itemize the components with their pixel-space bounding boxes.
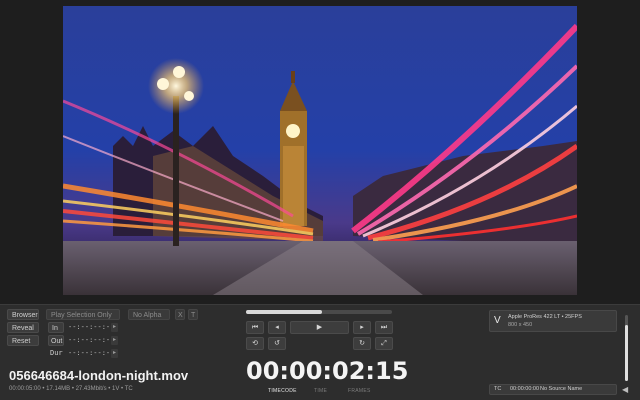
in-arrow-icon[interactable]: ▸ [111, 323, 118, 332]
codec-format: Apple ProRes 422 LT • 25FPS [508, 314, 582, 320]
video-track-label: V [494, 315, 501, 326]
codec-info: V Apple ProRes 422 LT • 25FPS 800 x 450 [489, 310, 617, 332]
step-forward-icon: ▸ [360, 324, 364, 331]
tc-label: TC [494, 386, 502, 392]
volume-level [625, 324, 628, 381]
play-button[interactable]: ▶ [290, 321, 349, 334]
step-forward-button[interactable]: ▸ [353, 321, 371, 334]
play-icon: ▶ [316, 324, 323, 331]
dur-timecode: --:--:--:-- [68, 349, 115, 357]
codec-size: 800 x 450 [508, 322, 533, 328]
source-timecode-bar: TC 00:00:00:00 No Source Name [489, 384, 617, 395]
in-button[interactable]: In [48, 322, 64, 333]
volume-slider[interactable] [625, 315, 628, 381]
loop-button[interactable]: ⟲ [246, 337, 264, 350]
dur-label: Dur [50, 349, 63, 357]
browser-button[interactable]: Browser [7, 309, 39, 320]
no-alpha-toggle[interactable]: No Alpha [128, 309, 170, 320]
mode-timecode[interactable]: TIMECODE [268, 388, 297, 394]
speaker-icon[interactable]: ◀ [622, 385, 628, 394]
t-toggle[interactable]: T [188, 309, 198, 320]
file-name: 056646684-london-night.mov [9, 368, 189, 383]
control-panel: Browser Play Selection Only No Alpha X T… [0, 304, 640, 400]
skip-end-icon: ⏭ [380, 324, 388, 331]
main-timecode: 00:00:02:15 [246, 357, 409, 385]
go-to-start-button[interactable]: ⏮ [246, 321, 264, 334]
scrub-bar[interactable] [246, 310, 392, 314]
x-toggle[interactable]: X [175, 309, 185, 320]
source-name: No Source Name [540, 386, 583, 392]
step-back-button[interactable]: ◂ [268, 321, 286, 334]
play-selection-toggle[interactable]: Play Selection Only [46, 309, 120, 320]
fullscreen-icon: ⤢ [381, 340, 387, 347]
fullscreen-button[interactable]: ⤢ [375, 337, 393, 350]
out-button[interactable]: Out [48, 335, 64, 346]
viewer-area [0, 0, 640, 304]
london-night-image [63, 6, 577, 295]
out-timecode: --:--:--:-- [68, 336, 115, 344]
mode-frames[interactable]: FRAMES [348, 388, 371, 394]
mode-time[interactable]: TIME [314, 388, 327, 394]
loop-icon: ⟲ [252, 340, 258, 347]
rewind-icon: ↺ [274, 340, 280, 347]
scrub-progress [246, 310, 322, 314]
skip-start-icon: ⏮ [251, 324, 259, 331]
go-to-end-button[interactable]: ⏭ [375, 321, 393, 334]
forward-icon: ↻ [359, 340, 365, 347]
file-info: 00:00:05:00 • 17.14MB • 27.43Mbit/s • 1V… [9, 386, 133, 392]
step-back-icon: ◂ [275, 324, 279, 331]
reveal-button[interactable]: Reveal [7, 322, 39, 333]
forward-button[interactable]: ↻ [353, 337, 371, 350]
reset-button[interactable]: Reset [7, 335, 39, 346]
dur-arrow-icon[interactable]: ▸ [111, 349, 118, 358]
rewind-button[interactable]: ↺ [268, 337, 286, 350]
video-frame[interactable] [63, 6, 577, 295]
out-arrow-icon[interactable]: ▸ [111, 336, 118, 345]
in-timecode: --:--:--:-- [68, 323, 115, 331]
tc-value: 00:00:00:00 [510, 386, 540, 392]
